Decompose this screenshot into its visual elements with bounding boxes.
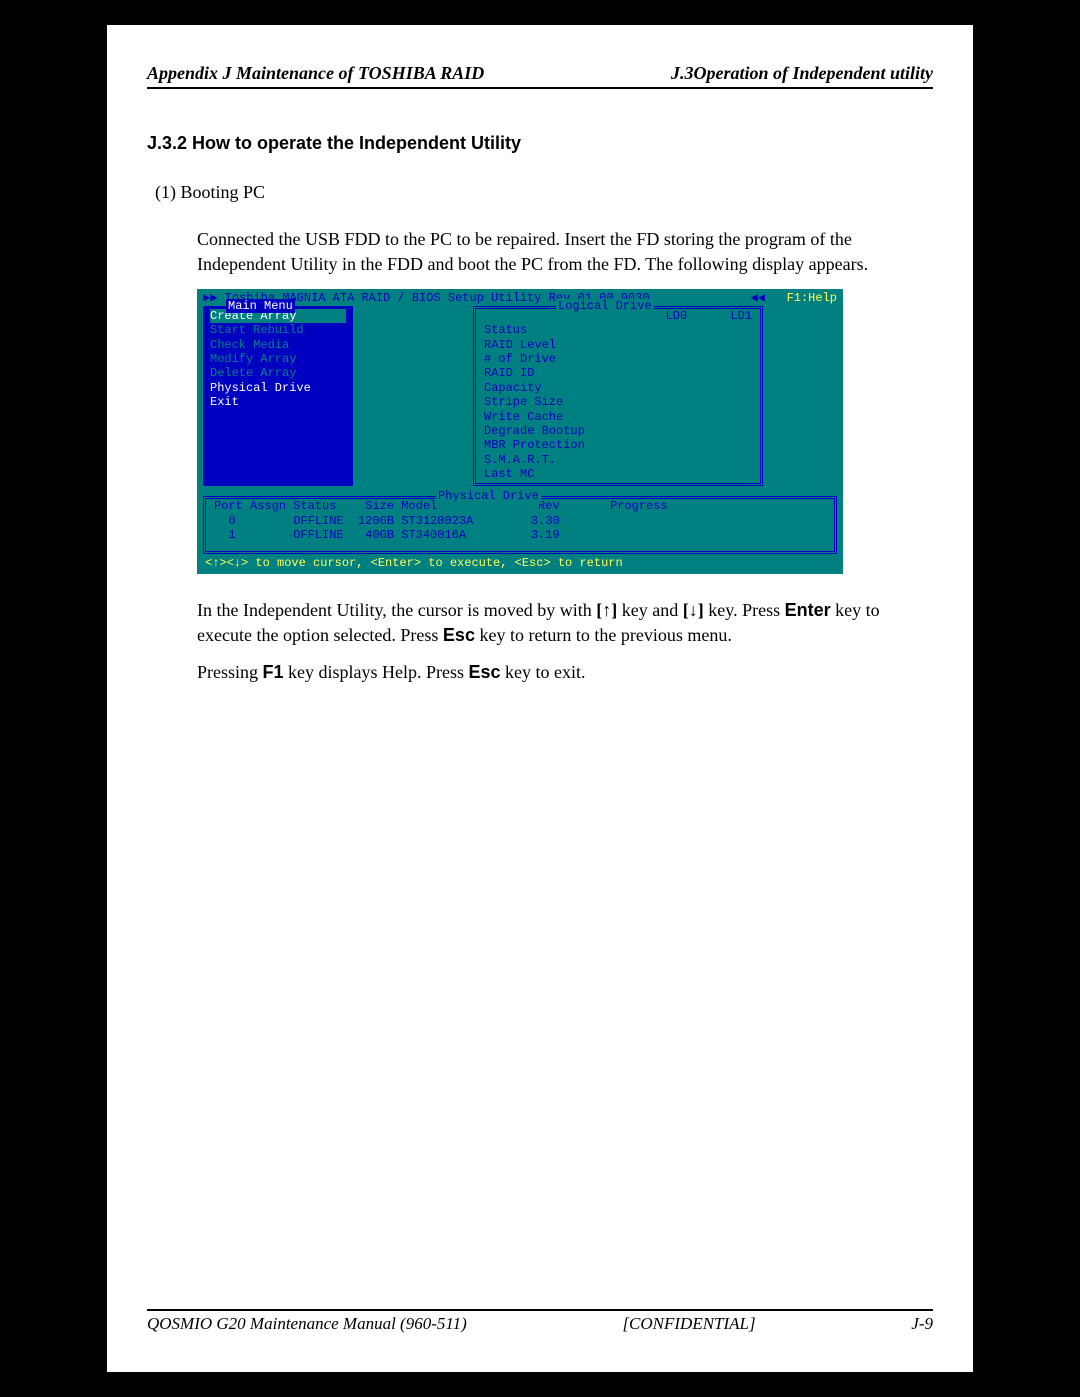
footer-mid: [CONFIDENTIAL] xyxy=(622,1314,755,1334)
esc-key: Esc xyxy=(469,662,501,682)
up-key: [↑] xyxy=(596,600,617,620)
bios-footer-hint: <↑><↓> to move cursor, <Enter> to execut… xyxy=(197,554,843,574)
physical-drive-title: Physical Drive xyxy=(436,489,541,503)
ld-row: RAID ID xyxy=(484,366,752,380)
ld-row: # of Drive xyxy=(484,352,752,366)
main-menu-box: Main Menu Create Array Start Rebuild Che… xyxy=(203,306,353,487)
bios-screenshot: ▶▶ Toshiba MAGNIA ATA RAID / BIOS Setup … xyxy=(197,289,843,574)
ld-row: Degrade Bootup xyxy=(484,424,752,438)
header-left: Appendix J Maintenance of TOSHIBA RAID xyxy=(147,63,484,84)
bios-title: Toshiba MAGNIA ATA RAID / BIOS Setup Uti… xyxy=(225,291,744,305)
f1-key: F1 xyxy=(263,662,284,682)
ld-row: RAID Level xyxy=(484,338,752,352)
physical-drive-row: 0 OFFLINE 120GB ST3120023A 3.30 xyxy=(214,514,826,528)
paragraph-1: Connected the USB FDD to the PC to be re… xyxy=(197,227,933,277)
menu-start-rebuild[interactable]: Start Rebuild xyxy=(210,323,346,337)
ld-row: MBR Protection xyxy=(484,438,752,452)
bios-help-hint: F1:Help xyxy=(787,291,837,305)
bios-mid-area: Main Menu Create Array Start Rebuild Che… xyxy=(197,306,843,487)
paragraph-3: Pressing F1 key displays Help. Press Esc… xyxy=(197,660,933,685)
enter-key: Enter xyxy=(785,600,831,620)
menu-delete-array[interactable]: Delete Array xyxy=(210,366,346,380)
ld-row: Last MC xyxy=(484,467,752,481)
header-rule xyxy=(147,87,933,89)
main-menu-title: Main Menu xyxy=(226,299,295,313)
down-key: [↓] xyxy=(683,600,704,620)
physical-drive-box: Physical Drive Port Assgn Status Size Mo… xyxy=(203,496,837,553)
paragraph-2: In the Independent Utility, the cursor i… xyxy=(197,598,933,648)
arrow-right-icon: ▶▶ xyxy=(203,291,225,305)
esc-key: Esc xyxy=(443,625,475,645)
page-header: Appendix J Maintenance of TOSHIBA RAID J… xyxy=(147,63,933,84)
ld-row: Status xyxy=(484,323,752,337)
menu-check-media[interactable]: Check Media xyxy=(210,338,346,352)
footer-rule xyxy=(147,1309,933,1311)
document-page: Appendix J Maintenance of TOSHIBA RAID J… xyxy=(107,25,973,1372)
step-1-label: (1) Booting PC xyxy=(155,182,933,203)
logical-drive-box: Logical Drive LD0 LD1 Status RAID Level … xyxy=(473,306,763,487)
logical-drive-title: Logical Drive xyxy=(556,299,654,313)
ld-row: Stripe Size xyxy=(484,395,752,409)
footer-left: QOSMIO G20 Maintenance Manual (960-511) xyxy=(147,1314,467,1334)
physical-drive-row: 1 OFFLINE 40GB ST340016A 3.19 xyxy=(214,528,826,542)
ld-row: Capacity xyxy=(484,381,752,395)
footer-right: J-9 xyxy=(911,1314,933,1334)
footer-row: QOSMIO G20 Maintenance Manual (960-511) … xyxy=(147,1314,933,1334)
menu-physical-drive[interactable]: Physical Drive xyxy=(210,381,346,395)
ld-row: Write Cache xyxy=(484,410,752,424)
ld-row: S.M.A.R.T. xyxy=(484,453,752,467)
menu-exit[interactable]: Exit xyxy=(210,395,346,409)
menu-modify-array[interactable]: Modify Array xyxy=(210,352,346,366)
section-heading: J.3.2 How to operate the Independent Uti… xyxy=(147,133,933,154)
header-right: J.3Operation of Independent utility xyxy=(671,63,933,84)
page-footer: QOSMIO G20 Maintenance Manual (960-511) … xyxy=(147,1309,933,1334)
arrow-left-icon: ◀◀ xyxy=(743,291,786,305)
